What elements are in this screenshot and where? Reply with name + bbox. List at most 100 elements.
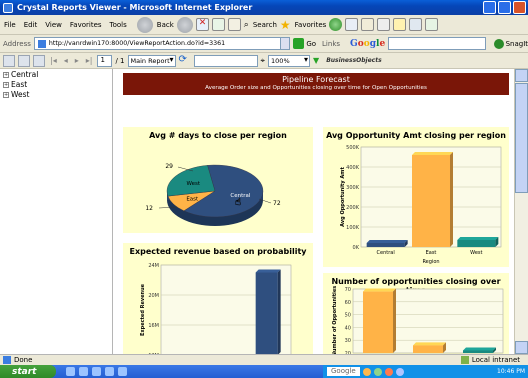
pie-slice-label: West — [187, 181, 201, 187]
menu-tools[interactable]: Tools — [110, 21, 127, 29]
first-page-icon[interactable]: |◂ — [50, 56, 57, 65]
bar-chart-avg-amt: 0K 100K 200K 300K 400K 500K Avg Opportunity Am… — [340, 145, 502, 265]
google-deskbar[interactable]: Google — [327, 367, 360, 376]
app-quicklaunch-icon[interactable] — [118, 367, 127, 376]
explorer-quicklaunch-icon[interactable] — [105, 367, 114, 376]
vertical-scrollbar[interactable] — [514, 69, 528, 354]
print-icon[interactable] — [377, 18, 391, 31]
tray-icon[interactable] — [384, 367, 393, 376]
scroll-up-icon[interactable] — [515, 69, 528, 82]
bar-side — [450, 152, 453, 247]
desktop-quicklaunch-icon[interactable] — [79, 367, 88, 376]
tree-item-central[interactable]: + Central — [3, 70, 112, 79]
back-label[interactable]: Back — [157, 21, 174, 29]
tree-item-east[interactable]: + East — [3, 80, 112, 89]
x-tick-label: West — [470, 250, 482, 256]
snagit-icon — [493, 38, 504, 49]
close-button[interactable] — [513, 1, 526, 14]
google-search-input[interactable] — [388, 37, 486, 50]
bar-chart-opportunities: 203040506070Number of Opportunities — [332, 286, 504, 354]
prev-page-icon[interactable]: ◂ — [64, 56, 68, 65]
history-icon[interactable] — [345, 18, 359, 31]
pie-slice-label: East — [186, 196, 199, 202]
page-number-input[interactable]: 1 — [97, 54, 113, 67]
address-dropdown-icon[interactable] — [280, 38, 290, 49]
back-icon[interactable] — [136, 16, 153, 33]
report-header: Pipeline Forecast Average Order size and… — [123, 73, 509, 95]
address-url: http://vanrdwin170:8000/ViewReportAction… — [48, 40, 226, 47]
menu-file[interactable]: File — [4, 21, 16, 29]
group-tree-toggle-icon[interactable] — [33, 54, 45, 67]
tray-icon[interactable] — [395, 367, 404, 376]
content-area: + Central + East + West Pipeline Forecas… — [0, 69, 514, 354]
refresh-icon[interactable] — [211, 18, 225, 31]
y-tick-label: 40 — [345, 325, 351, 331]
favorites-star-icon[interactable]: ★ — [280, 18, 291, 32]
address-label: Address — [3, 39, 31, 48]
menu-edit[interactable]: Edit — [24, 21, 38, 29]
tray-icon[interactable] — [373, 367, 382, 376]
system-tray: Google 10:46 PM — [323, 365, 528, 378]
bar-0 — [363, 291, 393, 353]
last-page-icon[interactable]: ▸| — [86, 56, 93, 65]
chart-opportunities-over-time: Number of opportunities closing over tim… — [323, 273, 509, 354]
chart-avg-opportunity: Avg Opportunity Amt closing per region 0… — [323, 127, 509, 267]
refresh-report-icon[interactable]: ⟳ — [179, 54, 191, 67]
favorites-label[interactable]: Favorites — [295, 21, 327, 29]
maximize-button[interactable] — [498, 1, 511, 14]
binoculars-icon[interactable]: ⌖ — [261, 56, 266, 66]
start-button[interactable]: start — [0, 365, 56, 378]
expand-icon[interactable]: + — [3, 81, 9, 88]
zoom-dropdown-icon[interactable]: ▼ — [313, 56, 319, 65]
pie-value-label: 12 — [145, 205, 153, 212]
y-tick-label: 400K — [346, 165, 360, 171]
bar-2 — [463, 350, 493, 353]
go-button[interactable]: Go — [293, 38, 316, 49]
address-input[interactable]: http://vanrdwin170:8000/ViewReportAction… — [33, 37, 291, 50]
report-select[interactable]: Main Report — [127, 54, 176, 67]
media-icon[interactable] — [329, 18, 343, 31]
report-search-input[interactable] — [193, 54, 258, 67]
scroll-thumb[interactable] — [515, 83, 528, 193]
y-tick-label: 0K — [353, 245, 360, 251]
forward-icon[interactable] — [176, 16, 193, 33]
ie-icon — [3, 2, 13, 13]
edit-icon[interactable] — [393, 18, 407, 31]
home-icon[interactable] — [227, 18, 241, 31]
y-tick-label: 24M — [148, 263, 159, 269]
ie-quicklaunch-icon[interactable] — [66, 367, 75, 376]
snagit-button[interactable]: SnagIt — [493, 38, 528, 49]
tray-icon[interactable] — [362, 367, 371, 376]
search-label[interactable]: Search — [253, 21, 277, 29]
menu-view[interactable]: View — [45, 21, 62, 29]
security-zone: Local intranet — [460, 356, 520, 364]
window-title-bar: Crystal Reports Viewer - Microsoft Inter… — [0, 0, 528, 15]
expand-icon[interactable]: + — [3, 91, 9, 98]
export-icon[interactable] — [3, 54, 15, 67]
messenger-icon[interactable] — [425, 18, 439, 31]
menu-favorites[interactable]: Favorites — [70, 21, 102, 29]
links-button[interactable]: Links — [322, 40, 340, 48]
bar-top — [457, 237, 499, 240]
zoom-select[interactable]: 100% — [268, 54, 311, 67]
report-subtitle: Average Order size and Opportunities clo… — [205, 85, 427, 91]
print-report-icon[interactable] — [18, 54, 30, 67]
search-icon[interactable]: ⌕ — [244, 20, 249, 30]
outlook-quicklaunch-icon[interactable] — [92, 367, 101, 376]
y-tick-label: 70 — [345, 287, 351, 293]
report-title: Pipeline Forecast — [282, 75, 350, 84]
x-tick-label: East — [426, 250, 437, 256]
expand-icon[interactable]: + — [3, 71, 9, 78]
discuss-icon[interactable] — [409, 18, 423, 31]
stop-icon[interactable] — [195, 18, 209, 31]
page-count: / 1 — [115, 56, 125, 65]
tree-item-west[interactable]: + West — [3, 90, 112, 99]
next-page-icon[interactable]: ▸ — [75, 56, 79, 65]
y-tick-label: 500K — [346, 145, 360, 151]
minimize-button[interactable] — [483, 1, 496, 14]
pie-value-label: 29 — [165, 163, 173, 170]
mail-icon[interactable] — [361, 18, 375, 31]
window-title: Crystal Reports Viewer - Microsoft Inter… — [17, 3, 253, 12]
bar-2 — [255, 272, 278, 354]
scroll-down-icon[interactable] — [515, 341, 528, 354]
